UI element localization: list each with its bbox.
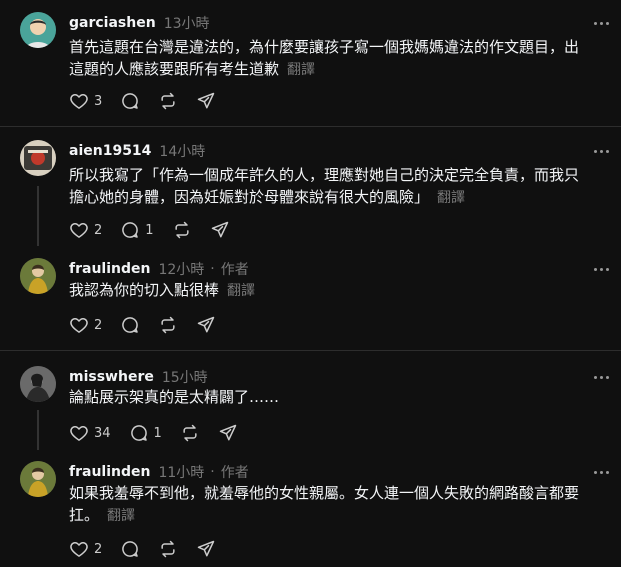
post-fraulinden-reply-2: fraulinden 11小時 · 作者 如果我羞辱不到他，就羞辱他的女性親屬。… xyxy=(0,461,621,567)
heart-icon xyxy=(69,91,89,111)
timestamp[interactable]: 15小時 xyxy=(162,367,208,387)
post-text: 所以我寫了「作為一個成年許久的人，理應對她自己的決定完全負責，而我只擔心她的身體… xyxy=(69,166,580,206)
post-garciashen: garciashen 13小時 首先這題在台灣是違法的，為什麼要讓孩子寫一個我媽… xyxy=(0,12,621,126)
translate-link[interactable]: 翻譯 xyxy=(287,62,315,78)
share-button[interactable] xyxy=(218,423,238,443)
repost-icon xyxy=(158,539,178,559)
share-icon xyxy=(218,423,238,443)
repost-button[interactable] xyxy=(180,423,200,443)
share-icon xyxy=(210,220,230,240)
like-button[interactable]: 2 xyxy=(69,539,102,559)
like-count: 2 xyxy=(94,541,103,557)
author-tag: 作者 xyxy=(220,465,249,481)
divider xyxy=(0,126,621,127)
translate-link[interactable]: 翻譯 xyxy=(437,190,465,206)
reply-button[interactable] xyxy=(120,539,140,559)
repost-icon xyxy=(172,220,192,240)
repost-icon xyxy=(158,315,178,335)
repost-button[interactable] xyxy=(172,220,192,240)
username[interactable]: garciashen xyxy=(69,15,156,31)
like-count: 3 xyxy=(94,93,103,109)
share-button[interactable] xyxy=(210,220,230,240)
reply-count: 1 xyxy=(153,425,162,441)
heart-icon xyxy=(69,315,89,335)
heart-icon xyxy=(69,423,89,443)
like-count: 2 xyxy=(94,222,103,238)
like-button[interactable]: 2 xyxy=(69,315,102,335)
reply-button[interactable]: 1 xyxy=(129,423,162,443)
repost-icon xyxy=(180,423,200,443)
like-count: 2 xyxy=(94,317,103,333)
more-options-icon[interactable] xyxy=(592,463,610,481)
reply-icon xyxy=(129,423,149,443)
reply-icon xyxy=(120,315,140,335)
heart-icon xyxy=(69,220,89,240)
more-options-icon[interactable] xyxy=(592,368,610,386)
more-options-icon[interactable] xyxy=(592,142,610,160)
username[interactable]: misswhere xyxy=(69,369,154,385)
post-misswhere: misswhere 15小時 論點展示架真的是太精闢了…… 34 1 xyxy=(0,366,621,448)
share-icon xyxy=(196,539,216,559)
repost-icon xyxy=(158,91,178,111)
post-text: 我認為你的切入點很棒 翻譯 xyxy=(69,281,256,299)
post-fraulinden-reply-1: fraulinden 12小時 · 作者 我認為你的切入點很棒 翻譯 2 xyxy=(0,258,621,348)
reply-button[interactable] xyxy=(120,91,140,111)
divider xyxy=(0,350,621,351)
like-button[interactable]: 34 xyxy=(69,423,111,443)
reply-button[interactable] xyxy=(120,315,140,335)
repost-button[interactable] xyxy=(158,315,178,335)
avatar[interactable] xyxy=(20,366,56,402)
avatar[interactable] xyxy=(20,258,56,294)
separator: · xyxy=(210,464,215,480)
like-button[interactable]: 2 xyxy=(69,220,102,240)
username[interactable]: fraulinden xyxy=(69,464,150,480)
avatar[interactable] xyxy=(20,12,56,48)
more-options-icon[interactable] xyxy=(592,260,610,278)
translate-link[interactable]: 翻譯 xyxy=(227,283,255,299)
reply-icon xyxy=(120,91,140,111)
timestamp[interactable]: 13小時 xyxy=(164,13,210,33)
reply-count: 1 xyxy=(145,222,154,238)
translate-link[interactable]: 翻譯 xyxy=(107,508,135,524)
avatar[interactable] xyxy=(20,461,56,497)
like-count: 34 xyxy=(94,425,111,441)
share-button[interactable] xyxy=(196,91,216,111)
timestamp[interactable]: 11小時 xyxy=(158,462,204,482)
share-icon xyxy=(196,91,216,111)
share-button[interactable] xyxy=(196,315,216,335)
reply-icon xyxy=(120,539,140,559)
post-text: 首先這題在台灣是違法的，為什麼要讓孩子寫一個我媽媽違法的作文題目，出這題的人應該… xyxy=(69,38,580,78)
post-text: 論點展示架真的是太精闢了…… xyxy=(69,388,280,406)
post-aien19514: aien19514 14小時 所以我寫了「作為一個成年許久的人，理應對她自己的決… xyxy=(0,140,621,245)
more-options-icon[interactable] xyxy=(592,14,610,32)
repost-button[interactable] xyxy=(158,539,178,559)
share-icon xyxy=(196,315,216,335)
separator: · xyxy=(210,261,215,277)
repost-button[interactable] xyxy=(158,91,178,111)
avatar[interactable] xyxy=(20,140,56,176)
like-button[interactable]: 3 xyxy=(69,91,102,111)
timestamp[interactable]: 12小時 xyxy=(158,259,204,279)
username[interactable]: fraulinden xyxy=(69,261,150,277)
heart-icon xyxy=(69,539,89,559)
reply-icon xyxy=(120,220,140,240)
post-text: 如果我羞辱不到他，就羞辱他的女性親屬。女人連一個人失敗的網路酸言都要扛。 翻譯 xyxy=(69,484,580,524)
reply-button[interactable]: 1 xyxy=(120,220,154,240)
share-button[interactable] xyxy=(196,539,216,559)
timestamp[interactable]: 14小時 xyxy=(159,141,205,161)
author-tag: 作者 xyxy=(220,262,249,278)
username[interactable]: aien19514 xyxy=(69,143,151,159)
